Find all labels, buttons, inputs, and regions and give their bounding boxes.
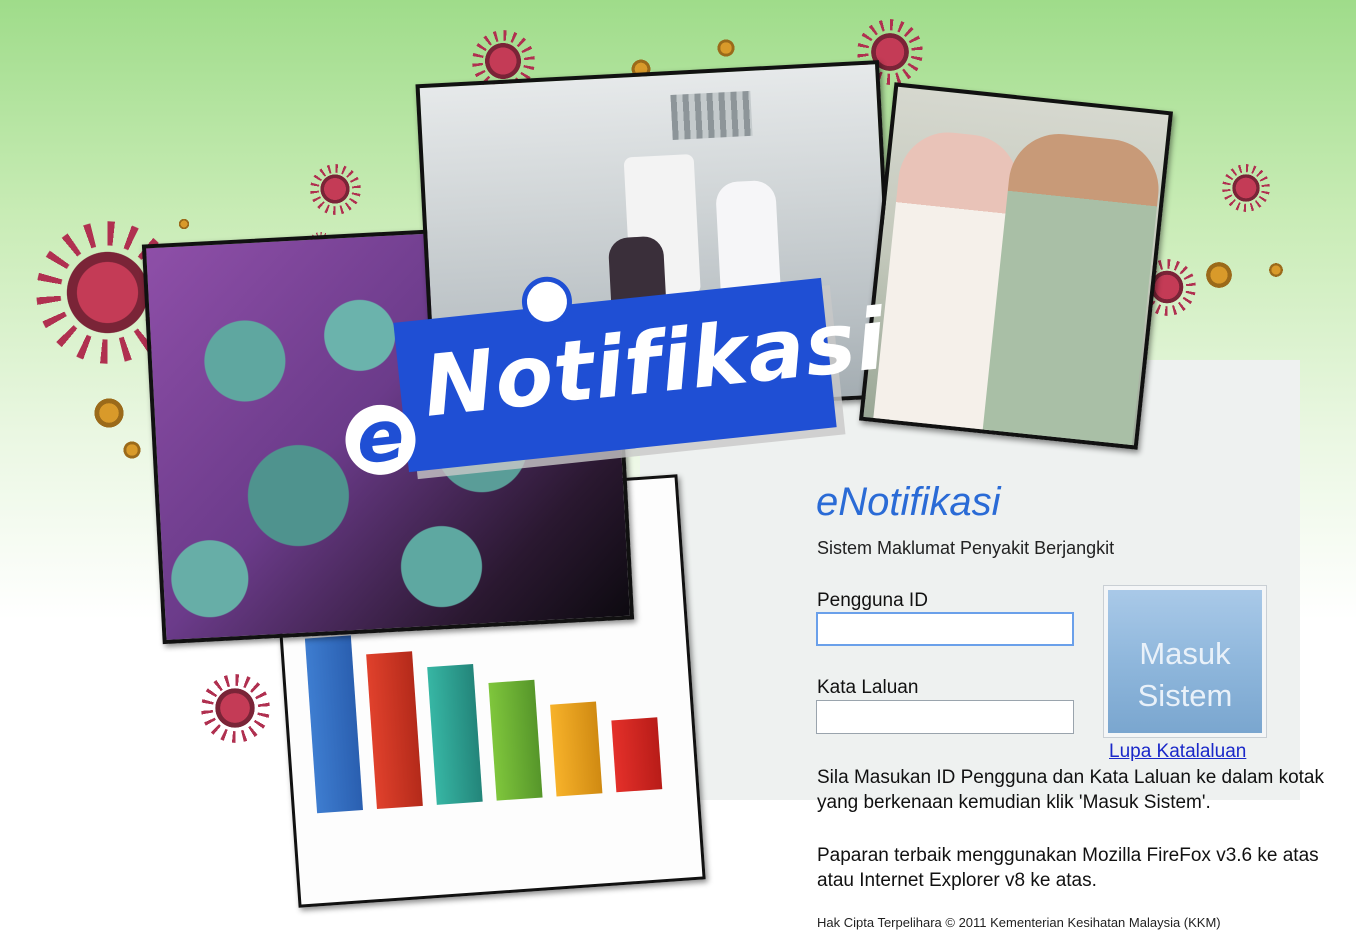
virus-decoration-icon <box>482 40 524 82</box>
logo-wordmark: Notifikasi <box>419 289 891 436</box>
virus-decoration-icon <box>60 245 155 340</box>
chart-bar <box>427 663 483 805</box>
chart-bar <box>488 679 543 801</box>
forgot-password-link[interactable]: Lupa Katalaluan <box>1109 741 1246 763</box>
chart-bar <box>366 651 423 810</box>
ceiling-vent <box>670 90 753 140</box>
virus-decoration-icon <box>1230 172 1262 204</box>
chart-bar <box>611 717 663 793</box>
login-button-line2: Sistem <box>1137 678 1233 713</box>
app-title: eNotifikasi <box>816 480 1001 524</box>
spore-decoration-icon <box>178 218 190 230</box>
password-label: Kata Laluan <box>817 677 919 698</box>
browser-note-text: Paparan terbaik menggunakan Mozilla Fire… <box>817 845 1319 891</box>
login-button-frame: Masuk Sistem <box>1103 585 1267 738</box>
chart-bar <box>304 635 363 814</box>
spore-decoration-icon <box>716 38 736 58</box>
app-subtitle: Sistem Maklumat Penyakit Berjangkit <box>817 538 1115 558</box>
virus-decoration-icon <box>212 685 258 731</box>
instructions-text: Sila Masukan ID Pengguna dan Kata Laluan… <box>817 767 1324 813</box>
spore-decoration-icon <box>122 440 142 460</box>
spore-decoration-icon <box>1204 260 1234 290</box>
spore-decoration-icon <box>92 396 126 430</box>
virus-decoration-icon <box>318 172 352 206</box>
doctor-patient-photo <box>858 82 1174 450</box>
username-input[interactable] <box>816 612 1074 646</box>
chart-bar <box>550 701 603 797</box>
username-label: Pengguna ID <box>817 590 928 611</box>
password-input[interactable] <box>816 700 1074 734</box>
patient-figure <box>981 129 1164 450</box>
login-button-line1: Masuk <box>1139 636 1231 671</box>
copyright-footer: Hak Cipta Terpelihara © 2011 Kementerian… <box>817 915 1221 930</box>
spore-decoration-icon <box>1268 262 1284 278</box>
login-submit-button[interactable]: Masuk Sistem <box>1108 590 1262 733</box>
